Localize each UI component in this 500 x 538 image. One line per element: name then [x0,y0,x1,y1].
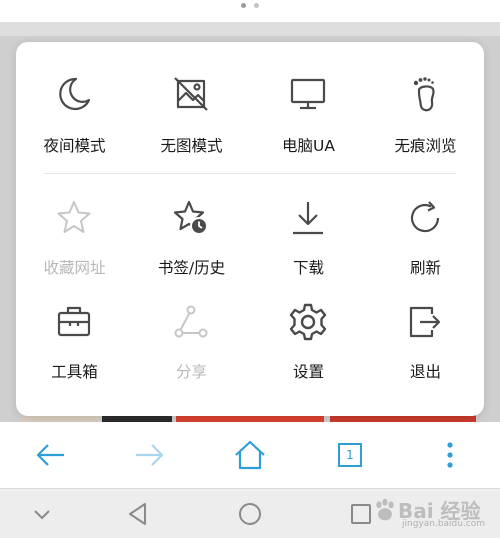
home-circle-icon [234,498,266,530]
menu-item-settings[interactable]: 设置 [250,302,367,398]
back-arrow-icon [30,435,70,475]
tab-count: 1 [346,448,354,462]
refresh-icon [405,198,445,238]
menu-item-label: 工具箱 [51,363,98,381]
menu-item-no-image-mode[interactable]: 无图模式 [133,74,250,170]
browser-bottom-toolbar: 1 [0,422,500,488]
more-menu-button[interactable] [430,435,470,475]
gear-icon [288,302,328,342]
menu-item-label: 分享 [175,363,207,381]
menu-item-label: 电脑UA [282,137,335,155]
hide-nav-button[interactable] [26,498,58,530]
page-dot [254,3,259,8]
menu-item-label: 无痕浏览 [394,137,457,155]
forward-button[interactable] [130,435,170,475]
home-button[interactable] [230,435,270,475]
back-triangle-icon [122,498,154,530]
baidu-jingyan-watermark: Bai 经验 jingyan.baidu.com [372,493,492,533]
menu-item-label: 书签/历史 [157,259,226,277]
paw-logo-icon [376,498,394,521]
menu-item-share[interactable]: 分享 [133,302,250,398]
menu-item-incognito[interactable]: 无痕浏览 [367,74,484,170]
exit-icon [405,302,445,342]
menu-item-label: 夜间模式 [43,137,106,155]
menu-item-label: 收藏网址 [43,259,106,277]
menu-item-bookmarks-history[interactable]: 书签/历史 [133,198,250,294]
download-icon [288,198,328,238]
system-back-button[interactable] [122,498,154,530]
menu-item-label: 退出 [409,363,441,381]
menu-item-bookmark-site[interactable]: 收藏网址 [16,198,133,294]
home-icon [230,435,270,475]
top-strip [0,0,500,22]
menu-item-night-mode[interactable]: 夜间模式 [16,74,133,170]
star-icon [54,198,94,238]
back-button[interactable] [30,435,70,475]
footprint-icon [405,74,445,114]
menu-item-label: 下载 [292,259,324,277]
forward-arrow-icon [130,435,170,475]
toolbox-icon [54,302,94,342]
star-clock-icon [171,198,211,238]
menu-item-toolbox[interactable]: 工具箱 [16,302,133,398]
tabs-button[interactable]: 1 [330,435,370,475]
no-image-icon [171,74,211,114]
browser-menu-panel: 夜间模式 无图模式 电脑UA 无痕浏览 收藏网址 书签/历史 下载 刷新 工具箱… [16,42,484,416]
menu-item-exit[interactable]: 退出 [367,302,484,398]
share-icon [171,302,211,342]
more-vertical-icon [430,435,470,475]
menu-item-refresh[interactable]: 刷新 [367,198,484,294]
watermark-url: jingyan.baidu.com [402,519,486,529]
chevron-down-icon [26,498,58,530]
page-dot-active [241,3,246,8]
menu-item-label: 设置 [292,363,324,381]
menu-item-label: 无图模式 [160,137,223,155]
monitor-icon [288,74,328,114]
menu-item-desktop-ua[interactable]: 电脑UA [250,74,367,170]
menu-item-downloads[interactable]: 下载 [250,198,367,294]
page-indicator [0,3,500,8]
menu-divider [44,173,456,174]
moon-icon [54,74,94,114]
system-home-button[interactable] [234,498,266,530]
background-band [0,22,500,36]
menu-item-label: 刷新 [409,259,441,277]
